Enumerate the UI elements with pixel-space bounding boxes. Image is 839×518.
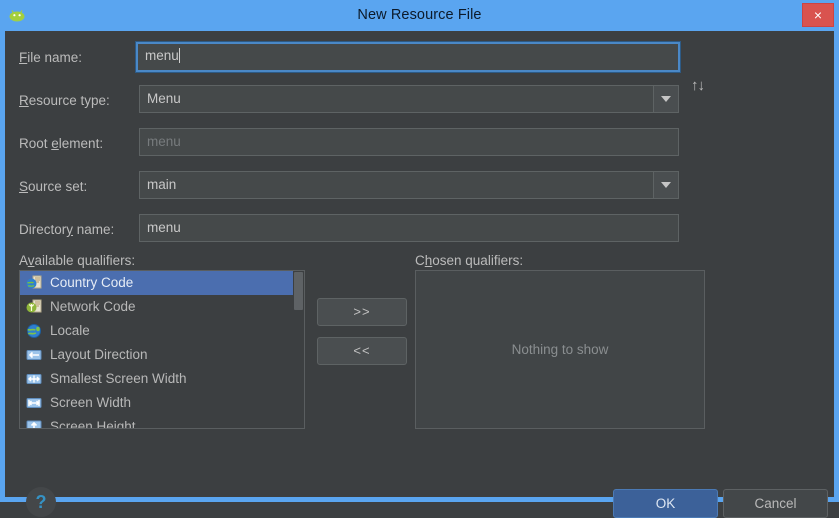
list-item-label: Smallest Screen Width: [50, 371, 187, 386]
dialog-window: New Resource File × File name: menu ↑↓ R…: [0, 0, 839, 518]
root-element-label: Root element:: [19, 136, 104, 151]
scrollbar-thumb[interactable]: [294, 272, 303, 310]
remove-qualifier-button[interactable]: <<: [317, 337, 407, 365]
resource-type-combobox[interactable]: Menu: [139, 85, 679, 113]
source-set-combobox[interactable]: main: [139, 171, 679, 199]
available-qualifiers-list[interactable]: Country Code Network Code Locale Layout Dir…: [19, 270, 305, 429]
window-title: New Resource File: [357, 7, 482, 23]
resource-type-label: Resource type:: [19, 93, 110, 108]
chevron-down-icon[interactable]: [653, 172, 678, 198]
list-item[interactable]: Screen Width: [20, 391, 304, 415]
arrow-left-icon: [26, 347, 42, 363]
list-scrollbar[interactable]: [293, 271, 304, 428]
file-name-input[interactable]: menu: [135, 41, 681, 73]
directory-name-input[interactable]: menu: [139, 214, 679, 242]
arrows-horizontal-icon: [26, 371, 42, 387]
arrow-up-icon: [26, 419, 42, 428]
list-item-label: Locale: [50, 323, 90, 338]
source-set-label: Source set:: [19, 179, 88, 194]
close-icon[interactable]: ×: [802, 3, 834, 27]
globe-document-icon: [26, 275, 42, 291]
file-name-label: File name:: [19, 50, 83, 65]
list-item[interactable]: Network Code: [20, 295, 304, 319]
available-qualifiers-label: Available qualifiers:: [19, 253, 136, 268]
list-item[interactable]: Screen Height: [20, 415, 304, 429]
empty-state-text: Nothing to show: [511, 342, 609, 357]
list-item[interactable]: Country Code: [20, 271, 304, 295]
chosen-qualifiers-label: Chosen qualifiers:: [415, 253, 524, 268]
list-item[interactable]: Locale: [20, 319, 304, 343]
list-item-label: Network Code: [50, 299, 136, 314]
list-item-label: Screen Width: [50, 395, 132, 410]
globe-icon: [26, 323, 42, 339]
list-item[interactable]: Layout Direction: [20, 343, 304, 367]
ok-button[interactable]: OK: [613, 489, 718, 518]
title-bar: New Resource File ×: [0, 0, 839, 31]
cancel-button[interactable]: Cancel: [723, 489, 828, 518]
arrow-width-icon: [26, 395, 42, 411]
add-qualifier-button[interactable]: >>: [317, 298, 407, 326]
chevron-down-icon[interactable]: [653, 86, 678, 112]
list-item-label: Layout Direction: [50, 347, 148, 362]
antenna-document-icon: [26, 299, 42, 315]
chosen-qualifiers-panel[interactable]: Nothing to show: [415, 270, 705, 429]
list-item-label: Country Code: [50, 275, 134, 290]
root-element-input[interactable]: menu: [139, 128, 679, 156]
list-item[interactable]: Smallest Screen Width: [20, 367, 304, 391]
dialog-body: File name: menu ↑↓ Resource type: Menu R…: [5, 31, 834, 518]
directory-name-label: Directory name:: [19, 222, 115, 237]
sort-order-icon[interactable]: ↑↓: [691, 75, 713, 97]
text-caret: [178, 48, 180, 63]
list-item-label: Screen Height: [50, 419, 136, 429]
help-icon[interactable]: ?: [26, 487, 56, 517]
